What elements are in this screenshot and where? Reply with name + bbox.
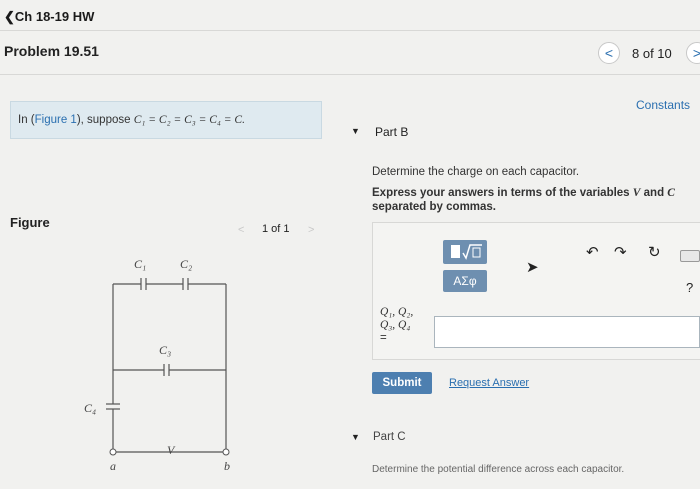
chevron-left-icon: < <box>604 45 614 61</box>
figure-heading: Figure <box>10 215 50 230</box>
request-answer-link[interactable]: Request Answer <box>449 377 529 389</box>
templates-button[interactable] <box>443 240 487 264</box>
intro-equation: C₁ = C₂ = C₃ = C₄ = C. <box>133 114 245 126</box>
cursor-icon: ➤ <box>526 259 539 276</box>
matrix-sqrt-icon <box>451 244 482 260</box>
redo-icon[interactable]: ↷ <box>614 243 627 261</box>
expand-caret-icon[interactable]: ▼ <box>351 432 360 442</box>
label-v: V <box>167 443 176 457</box>
label-c4: C₄ <box>84 401 96 415</box>
figure-prev-button[interactable]: < <box>238 224 244 236</box>
undo-icon[interactable]: ↶ <box>586 243 599 261</box>
chevron-left-icon: ❮ <box>4 9 15 24</box>
submit-button[interactable]: Submit <box>372 372 432 394</box>
label-c2: C₂ <box>180 257 192 271</box>
label-a: a <box>110 459 116 473</box>
back-to-assignment-link[interactable]: ❮Ch 18-19 HW <box>4 9 94 25</box>
part-c-question: Determine the potential difference acros… <box>372 464 625 475</box>
previous-problem-button[interactable]: < <box>598 42 620 64</box>
terminal-a <box>109 448 117 456</box>
circuit-diagram: C₁ C₂ C₃ C₄ V a b <box>84 257 230 473</box>
figure-counter: 1 of 1 <box>262 223 290 235</box>
answer-input[interactable] <box>434 316 700 348</box>
part-b-instruction: Express your answers in terms of the var… <box>372 187 675 213</box>
divider <box>0 74 700 75</box>
collapse-caret-icon[interactable]: ▼ <box>351 126 360 136</box>
part-b-title: Part B <box>375 125 409 139</box>
part-b-question: Determine the charge on each capacitor. <box>372 166 580 178</box>
answer-variable-label: Q₁, Q₂, Q₃, Q₄ = <box>380 306 414 344</box>
intro-text: In (Figure 1), suppose C₁ = C₂ = C₃ = C₄… <box>18 114 245 126</box>
reset-icon[interactable]: ↻ <box>648 243 661 261</box>
label-c1: C₁ <box>134 257 146 271</box>
problem-title: Problem 19.51 <box>4 43 99 59</box>
help-icon[interactable]: ? <box>686 280 693 295</box>
figure-link[interactable]: Figure 1 <box>35 114 77 126</box>
label-b: b <box>224 459 230 473</box>
figure-next-button[interactable]: > <box>308 224 314 236</box>
keyboard-icon[interactable] <box>680 250 700 262</box>
greek-symbols-button[interactable]: ΑΣφ <box>443 270 487 292</box>
chevron-right-icon: > <box>692 45 700 61</box>
part-c-title: Part C <box>373 431 406 443</box>
terminal-b <box>222 448 230 456</box>
next-problem-button[interactable]: > <box>686 42 700 64</box>
label-c3: C₃ <box>159 343 171 357</box>
divider <box>0 30 700 31</box>
constants-link[interactable]: Constants <box>636 98 690 112</box>
problem-counter: 8 of 10 <box>632 46 672 61</box>
